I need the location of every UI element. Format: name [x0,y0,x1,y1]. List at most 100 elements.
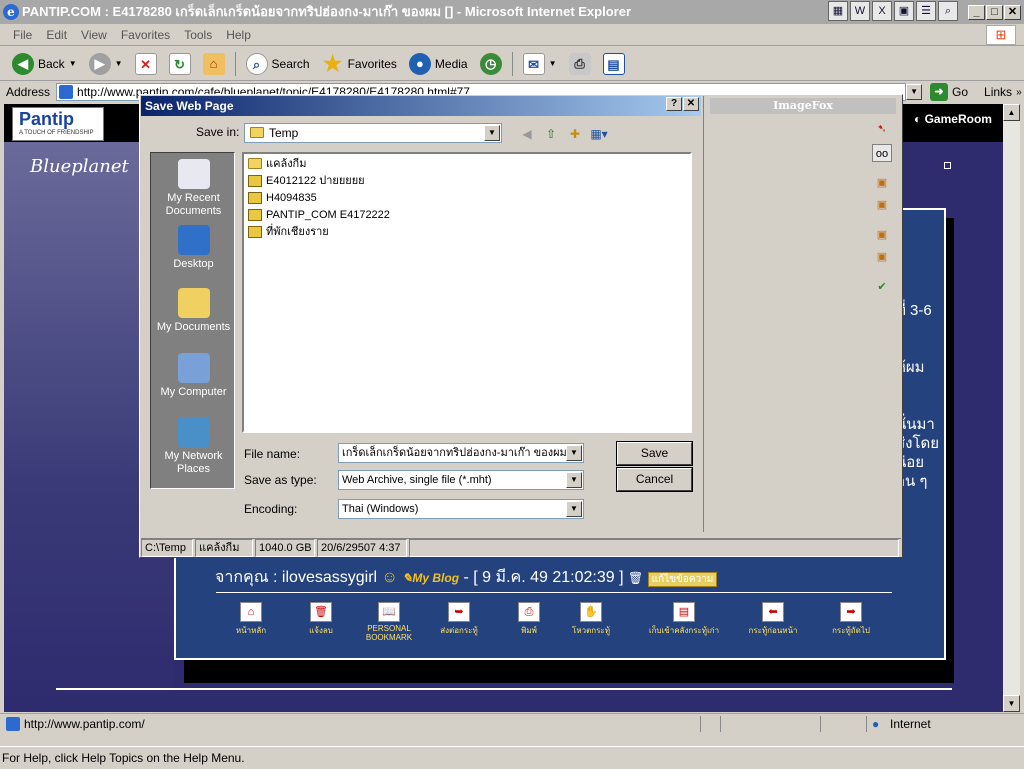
maximize-button[interactable]: □ [986,5,1003,20]
file-name-dropdown-icon[interactable]: ▼ [566,445,582,461]
minimize-button[interactable]: _ [968,5,985,20]
search-button[interactable]: ⌕ Search [242,50,314,78]
nav-forward[interactable]: ➥ ส่งต่อกระทู้ [424,602,494,637]
home-button[interactable]: ⌂ [199,50,229,78]
back-button[interactable]: ◀ Back ▼ [8,50,81,78]
excel-icon[interactable]: X [872,1,892,21]
nav-vote-label: โหวตกระทู้ [572,626,610,635]
place-my-computer[interactable]: My Computer [151,353,236,399]
save-type-dropdown-icon[interactable]: ▼ [566,472,582,488]
link-tool-icon[interactable]: oo [872,144,892,162]
place-network[interactable]: My Network Places [151,417,236,476]
up-folder-icon[interactable]: ⇧ [542,125,560,143]
history-button[interactable]: ◷ [476,50,506,78]
menu-help[interactable]: Help [219,28,258,42]
gameroom-link[interactable]: ◐ GameRoom [914,112,992,126]
tray-app-icon[interactable]: ▦ [828,1,848,21]
favorites-label: Favorites [347,56,397,71]
save-button[interactable]: Save [616,441,693,466]
menu-view[interactable]: View [74,28,114,42]
status-zone: Internet [890,717,931,731]
clipboard-icon[interactable]: ☰ [916,1,936,21]
place-desktop[interactable]: Desktop [151,225,236,271]
media-button[interactable]: ● Media [405,50,472,78]
myblog-link[interactable]: ✎My Blog [402,571,459,585]
edit-button[interactable]: ▤ [599,50,629,78]
dialog-close-button[interactable]: ✕ [683,97,699,111]
file-list[interactable]: แคล้งกีม E4012122 ปายยยยย H4094835 PANTI… [242,152,692,433]
image-save-icon[interactable]: ▣ [872,226,892,244]
image-viewer-icon[interactable]: ▣ [894,1,914,21]
file-name-input[interactable]: เกร็ดเล็กเกร็ดน้อยจากทริปฮ่องกง-มาเก๊า ข… [338,443,584,463]
pen-icon: ✎ [402,571,413,585]
nav-report[interactable]: 🗑 แจ้งลบ [286,602,356,637]
search-tool-icon[interactable]: ⌕ [938,1,958,21]
forward-button[interactable]: ▶ ▼ [85,50,127,78]
mail-button[interactable]: ✉ ▼ [519,50,561,78]
list-item[interactable]: ที่พักเชียงราย [248,224,329,240]
cancel-button[interactable]: Cancel [616,467,693,492]
place-label: Desktop [173,258,214,270]
place-recent[interactable]: My Recent Documents [151,159,236,218]
mail-dropdown-icon[interactable]: ▼ [549,59,557,68]
back-dropdown-icon[interactable]: ▼ [69,59,77,68]
refresh-button[interactable]: ↻ [165,50,195,78]
decor-square [944,162,951,169]
scroll-up-icon[interactable]: ▲ [1003,104,1020,121]
save-in-dropdown[interactable]: Temp ▼ [244,123,502,143]
list-item[interactable]: E4012122 ปายยยยย [248,173,365,189]
image-save-all-icon[interactable]: ▣ [872,248,892,266]
save-type-label: Save as type: [244,473,317,487]
encoding-label: Encoding: [244,502,298,516]
image-tool-icon[interactable]: ▣ [872,174,892,192]
nav-home[interactable]: ⌂ หน้าหลัก [216,602,286,637]
save-in-dropdown-icon[interactable]: ▼ [484,125,500,141]
menu-favorites[interactable]: Favorites [114,28,177,42]
list-item[interactable]: H4094835 [248,190,317,206]
encoding-select[interactable]: Thai (Windows) ▼ [338,499,584,519]
trash-icon[interactable]: 🗑 [628,571,643,585]
list-item[interactable]: แคล้งกีม [248,156,306,172]
encoding-dropdown-icon[interactable]: ▼ [566,501,582,517]
edit-post-button[interactable]: แก้ไขข้อความ [647,572,718,587]
pantip-logo[interactable]: Pantip A TOUCH OF FRIENDSHIP [12,107,104,141]
status-folder: แคล้งกีม [195,539,253,557]
nav-previous[interactable]: ⬅ กระทู้ก่อนหน้า [738,602,808,637]
printer-icon: ⎙ [568,52,591,75]
address-dropdown-icon[interactable]: ▼ [906,84,923,100]
nav-next[interactable]: ➡ กระทู้ถัดไป [816,602,886,637]
save-in-value: Temp [269,126,299,140]
new-folder-icon[interactable]: ✚ [566,125,584,143]
page-scrollbar[interactable]: ▲ ▼ [1003,104,1020,712]
nav-archive[interactable]: ▤ เก็บเข้าคลังกระทู้เก่า [644,602,724,637]
back-circle-icon[interactable]: ◀ [518,125,536,143]
menu-tools[interactable]: Tools [177,28,219,42]
favorites-button[interactable]: ★ Favorites [318,50,401,78]
print-button[interactable]: ⎙ [565,50,595,78]
scroll-down-icon[interactable]: ▼ [1003,695,1020,712]
dialog-help-button[interactable]: ? [666,97,682,111]
checklist-icon[interactable]: ✔ [872,278,892,296]
go-button[interactable]: ➜ Go [930,83,968,101]
stop-button[interactable]: ✕ [131,50,161,78]
list-item[interactable]: PANTIP_COM E4172222 [248,207,390,223]
links-button[interactable]: Links [984,85,1012,99]
nav-print[interactable]: ⎙ พิมพ์ [494,602,564,637]
toolbar-separator [511,51,513,76]
word-icon[interactable]: W [850,1,870,21]
go-label: Go [952,85,969,99]
save-type-select[interactable]: Web Archive, single file (*.mht) ▼ [338,470,584,490]
view-menu-icon[interactable]: ▦▾ [590,125,608,143]
place-my-documents[interactable]: My Documents [151,288,236,334]
menu-edit[interactable]: Edit [39,28,74,42]
menu-file[interactable]: File [6,28,39,42]
dialog-title-bar: Save Web Page [141,96,701,116]
links-chevron-icon[interactable]: » [1016,87,1022,98]
forward-dropdown-icon[interactable]: ▼ [115,59,123,68]
close-button[interactable]: ✕ [1004,5,1021,20]
history-icon: ◷ [479,52,502,75]
nav-bookmark[interactable]: 📖 PERSONAL BOOKMARK [354,602,424,642]
image-add-icon[interactable]: ▣ [872,196,892,214]
pointer-tool-icon[interactable]: ➷ [872,120,892,138]
nav-vote[interactable]: ✋ โหวตกระทู้ [556,602,626,637]
